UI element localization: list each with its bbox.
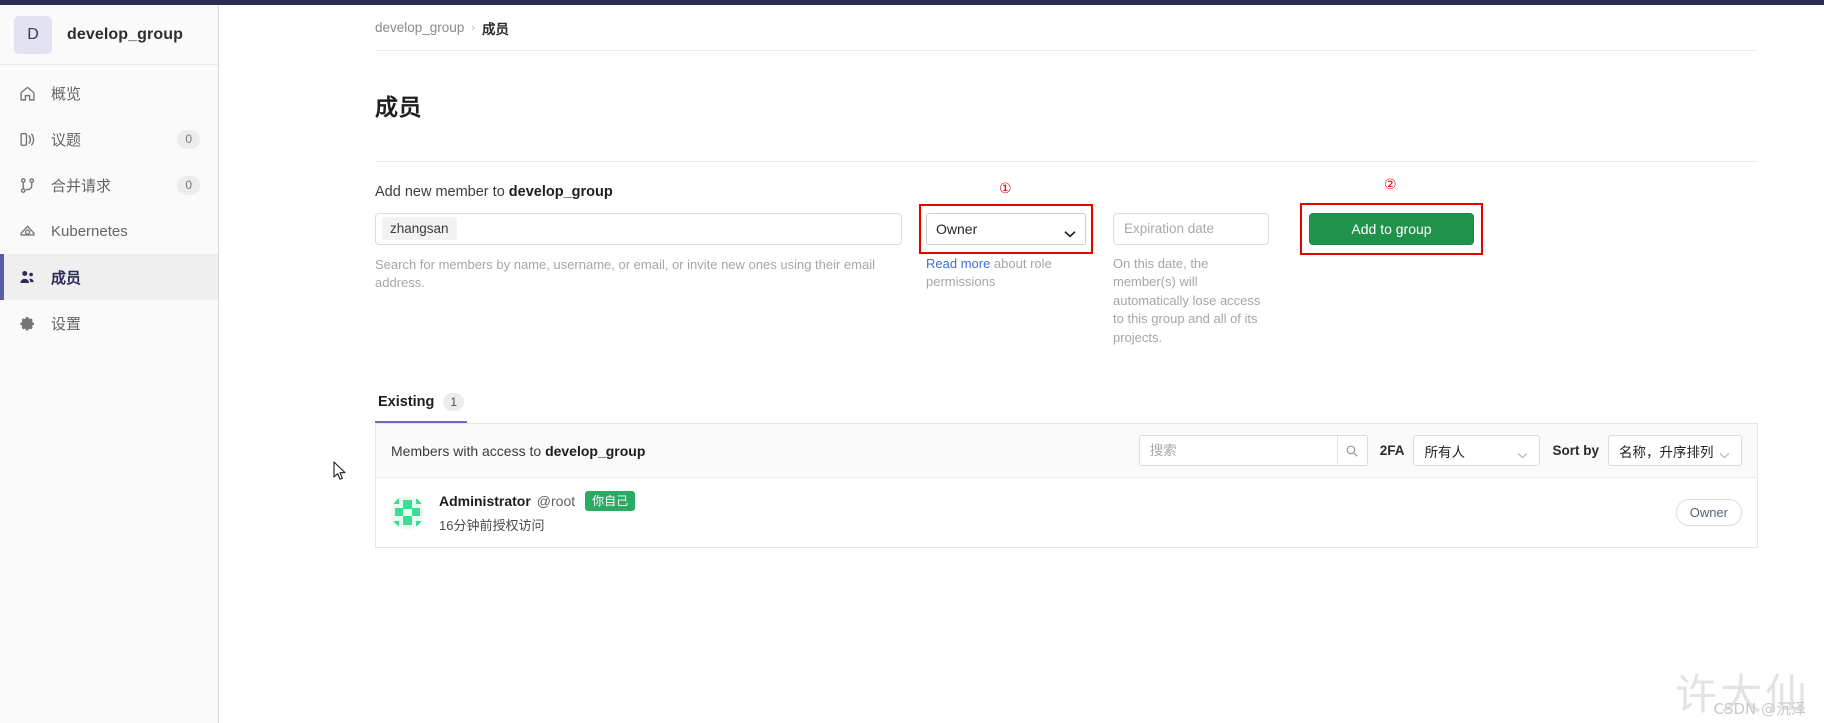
sidebar-item-label: 概览 — [51, 85, 82, 103]
issues-icon — [17, 129, 37, 149]
member-search-input[interactable]: zhangsan — [375, 212, 902, 245]
sidebar-item-label: 合并请求 — [51, 177, 112, 195]
tab-existing-count: 1 — [443, 393, 465, 412]
expiration-note: On this date, the member(s) will automat… — [1113, 255, 1261, 345]
watermark-attribution: CSDN @沉泽 — [1713, 700, 1806, 718]
sidebar: D develop_group 概览 议题 0 合并请求 0 Kubernete… — [0, 5, 219, 723]
add-member-label-group: develop_group — [508, 183, 613, 200]
chevron-down-icon — [1064, 225, 1076, 238]
member-name[interactable]: Administrator — [439, 493, 531, 509]
status-badge: 你自己 — [585, 491, 636, 512]
chevron-down-icon — [1517, 447, 1529, 459]
group-name: develop_group — [67, 25, 183, 43]
chevron-down-icon — [1719, 447, 1731, 459]
sidebar-item-label: Kubernetes — [51, 222, 128, 240]
breadcrumb-separator-icon: › — [471, 21, 475, 34]
members-panel-header: Members with access to develop_group 搜索 … — [376, 424, 1757, 479]
home-icon — [17, 83, 37, 103]
member-access-meta: 16分钟前授权访问 — [439, 518, 545, 534]
member-token[interactable]: zhangsan — [382, 217, 457, 241]
breadcrumb-group-link[interactable]: develop_group — [375, 20, 464, 35]
add-member-label: Add new member to develop_group — [375, 162, 1758, 213]
sort-by-label: Sort by — [1552, 443, 1599, 459]
group-avatar: D — [14, 15, 52, 54]
divider — [375, 50, 1758, 51]
member-search-hint: Search for members by name, username, or… — [375, 256, 875, 290]
members-icon — [17, 267, 37, 287]
role-permissions-note: Read more about role permissions — [926, 245, 1086, 291]
members-tabs-section: Existing 1 Members with access to develo… — [375, 393, 1758, 549]
sidebar-item-kubernetes[interactable]: Kubernetes — [0, 208, 218, 254]
members-search-input[interactable] — [1139, 436, 1337, 466]
sidebar-item-issues[interactable]: 议题 0 — [0, 116, 218, 162]
search-icon[interactable] — [1336, 436, 1367, 466]
members-search — [1138, 435, 1368, 467]
members-panel-title: Members with access to develop_group — [391, 443, 1139, 459]
sidebar-item-settings[interactable]: 设置 — [0, 300, 218, 346]
page-title: 成员 — [375, 94, 422, 121]
role-column: ① Owner Read more about role permissions — [919, 181, 1093, 291]
role-read-more-link[interactable]: Read more — [926, 256, 990, 271]
tab-existing[interactable]: Existing 1 — [375, 393, 468, 424]
members-panel-title-prefix: Members with access to — [391, 442, 546, 459]
add-button-column: ② Add to group — [1300, 177, 1483, 255]
member-search-column: zhangsan Search for members by name, use… — [375, 212, 902, 292]
expiration-column: On this date, the member(s) will automat… — [1113, 212, 1269, 348]
annotation-marker-1: ① — [999, 180, 1012, 197]
sidebar-item-count: 0 — [177, 175, 200, 195]
avatar — [391, 496, 424, 530]
tab-existing-label: Existing — [378, 394, 435, 411]
add-member-label-prefix: Add new member to — [375, 183, 509, 200]
annotation-marker-2: ② — [1384, 176, 1397, 193]
sidebar-item-label: 成员 — [51, 269, 82, 287]
breadcrumb: develop_group › 成员 — [375, 5, 1758, 50]
member-role-badge: Owner — [1675, 499, 1742, 527]
member-handle: @root — [536, 493, 576, 510]
sidebar-item-label: 议题 — [51, 131, 82, 149]
twofa-label: 2FA — [1379, 443, 1405, 459]
sidebar-item-overview[interactable]: 概览 — [0, 70, 218, 116]
gear-icon — [17, 313, 37, 333]
role-select-value: Owner — [936, 220, 978, 237]
add-to-group-button[interactable]: Add to group — [1309, 212, 1474, 245]
sidebar-nav: 概览 议题 0 合并请求 0 Kubernetes 成员 设置 — [0, 65, 218, 346]
members-panel: Members with access to develop_group 搜索 … — [375, 424, 1758, 549]
twofa-filter-value: 所有人 — [1424, 444, 1465, 460]
members-tabs: Existing 1 — [375, 393, 1758, 425]
sidebar-group-header[interactable]: D develop_group — [0, 5, 218, 65]
sort-by-value: 名称，升序排列 — [1619, 444, 1714, 460]
sidebar-item-label: 设置 — [51, 315, 82, 333]
twofa-filter-select[interactable]: 所有人 — [1413, 435, 1541, 467]
members-panel-title-group: develop_group — [545, 442, 646, 459]
merge-request-icon — [17, 175, 37, 195]
breadcrumb-current: 成员 — [482, 21, 509, 37]
add-member-form: zhangsan Search for members by name, use… — [375, 177, 1758, 348]
kubernetes-icon — [17, 221, 37, 241]
main-content: develop_group › 成员 成员 Add new member to … — [220, 5, 1824, 723]
table-row: Administrator @root 你自己 16分钟前授权访问 Owner — [376, 478, 1757, 547]
member-identity: Administrator @root 你自己 — [439, 491, 1676, 512]
app-window: D develop_group 概览 议题 0 合并请求 0 Kubernete… — [0, 0, 1824, 723]
sidebar-item-members[interactable]: 成员 — [0, 254, 218, 300]
sidebar-item-merge-requests[interactable]: 合并请求 0 — [0, 162, 218, 208]
sort-by-select[interactable]: 名称，升序排列 — [1608, 435, 1742, 467]
role-select[interactable]: Owner — [926, 212, 1086, 245]
sidebar-item-count: 0 — [177, 129, 200, 149]
member-info: Administrator @root 你自己 16分钟前授权访问 — [439, 491, 1676, 534]
expiration-date-input[interactable] — [1113, 212, 1269, 245]
